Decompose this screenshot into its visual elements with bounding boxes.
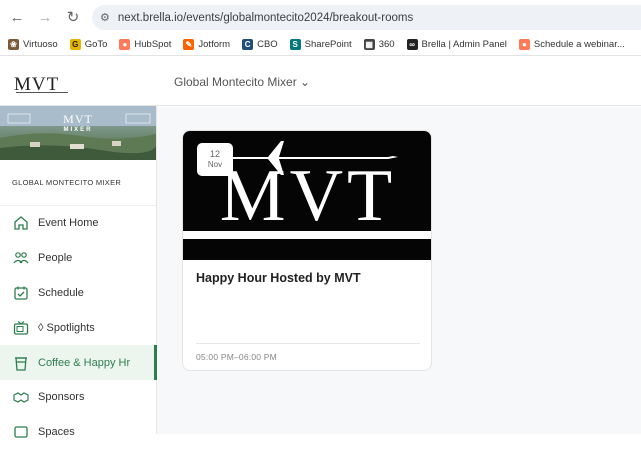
sidebar: MVT MIXER GLOBAL MONTECITO MIXER Event H…: [0, 106, 157, 438]
sidebar-item-label: People: [38, 252, 73, 265]
sidebar-item-people[interactable]: People: [0, 241, 156, 276]
bookmark-hubspot[interactable]: ● HubSpot: [119, 39, 171, 50]
breakout-room-card[interactable]: MVT 12 Nov Happy Hour Hosted by MVT 05:0…: [182, 130, 432, 371]
sidebar-item-schedule[interactable]: Schedule: [0, 276, 156, 311]
card-title[interactable]: Happy Hour Hosted by MVT: [196, 271, 361, 285]
date-badge: 12 Nov: [197, 143, 233, 176]
bookmark-schedule-webinar[interactable]: ● Schedule a webinar...: [518, 39, 625, 50]
sidebar-item-label: Spaces: [38, 426, 75, 439]
bookmark-label: Brella | Admin Panel: [421, 39, 507, 50]
app-header: MVT Global Montecito Mixer ⌄: [0, 56, 641, 106]
bookmark-label: GoTo: [84, 39, 108, 50]
bookmark-label: SharePoint: [304, 39, 352, 50]
sharepoint-icon: S: [289, 39, 301, 50]
schedule-icon: ●: [518, 39, 530, 50]
sidebar-item-sponsors[interactable]: Sponsors: [0, 380, 156, 415]
sidebar-item-label: Schedule: [38, 286, 84, 299]
reload-icon[interactable]: ↻: [62, 6, 84, 28]
goto-icon: G: [69, 39, 81, 50]
card-cover-image: MVT 12 Nov: [183, 131, 431, 260]
main-content: MVT 12 Nov Happy Hour Hosted by MVT 05:0…: [157, 107, 641, 434]
calendar-icon: [12, 284, 30, 302]
bookmark-sharepoint[interactable]: S SharePoint: [289, 39, 352, 50]
bookmark-goto[interactable]: G GoTo: [69, 39, 108, 50]
bookmarks-bar: ❀ Virtuoso G GoTo ● HubSpot ✎ Jotform C …: [0, 34, 641, 56]
back-icon[interactable]: ←: [6, 6, 28, 28]
360-icon: ▦: [363, 39, 375, 50]
card-divider: [196, 343, 420, 344]
bookmark-label: Schedule a webinar...: [533, 39, 625, 50]
brella-icon: ∞: [406, 39, 418, 50]
sidebar-item-label: Event Home: [38, 217, 99, 230]
bookmark-jotform[interactable]: ✎ Jotform: [183, 39, 230, 50]
sidebar-item-label: Sponsors: [38, 391, 85, 404]
bookmark-label: Jotform: [198, 39, 231, 50]
cbo-icon: C: [242, 39, 254, 50]
logo-underline: [16, 92, 68, 95]
url-text: next.brella.io/events/globalmontecito202…: [117, 11, 414, 24]
virtuoso-icon: ❀: [8, 39, 19, 50]
sidebar-item-event-home[interactable]: Event Home: [0, 206, 156, 241]
date-day: 12: [209, 149, 220, 159]
banner-subtitle: MIXER: [63, 127, 93, 133]
date-month: Nov: [207, 160, 223, 169]
people-icon: [12, 249, 30, 267]
bookmark-label: 360: [378, 39, 395, 50]
jotform-icon: ✎: [183, 39, 195, 50]
event-banner-image: MVT MIXER: [0, 106, 156, 160]
sidebar-item-spaces[interactable]: Spaces: [0, 415, 156, 450]
card-time: 05:00 PM–06:00 PM: [196, 352, 277, 362]
sidebar-item-label: ◊ Spotlights: [38, 321, 95, 334]
sponsors-icon: [12, 388, 30, 406]
sidebar-item-coffee-happy-hr[interactable]: Coffee & Happy Hr: [0, 345, 157, 380]
bookmark-label: CBO: [257, 39, 278, 50]
event-name: GLOBAL MONTECITO MIXER: [0, 160, 156, 206]
coffee-cup-icon: [12, 354, 30, 372]
bookmark-cbo[interactable]: C CBO: [242, 39, 278, 50]
bookmark-360[interactable]: ▦ 360: [363, 39, 395, 50]
event-selector-dropdown[interactable]: Global Montecito Mixer ⌄: [174, 75, 310, 89]
address-bar[interactable]: ⚙ next.brella.io/events/globalmontecito2…: [92, 5, 641, 30]
sidebar-item-spotlights[interactable]: ◊ Spotlights: [0, 310, 156, 345]
site-settings-icon[interactable]: ⚙: [100, 11, 110, 24]
card-image-band: [183, 231, 431, 239]
sidebar-item-label: Coffee & Happy Hr: [38, 356, 131, 369]
bookmark-label: HubSpot: [134, 39, 172, 50]
bookmark-brella[interactable]: ∞ Brella | Admin Panel: [406, 39, 507, 50]
bookmark-virtuoso[interactable]: ❀ Virtuoso: [8, 39, 58, 50]
tv-icon: [12, 319, 30, 337]
home-icon: [12, 214, 30, 232]
spaces-icon: [12, 423, 30, 441]
browser-toolbar: ← → ↻ ⚙ next.brella.io/events/globalmont…: [0, 0, 641, 34]
bookmark-label: Virtuoso: [23, 39, 58, 50]
hubspot-icon: ●: [119, 39, 131, 50]
banner-title: MVT: [63, 112, 93, 126]
forward-icon[interactable]: →: [34, 6, 56, 28]
